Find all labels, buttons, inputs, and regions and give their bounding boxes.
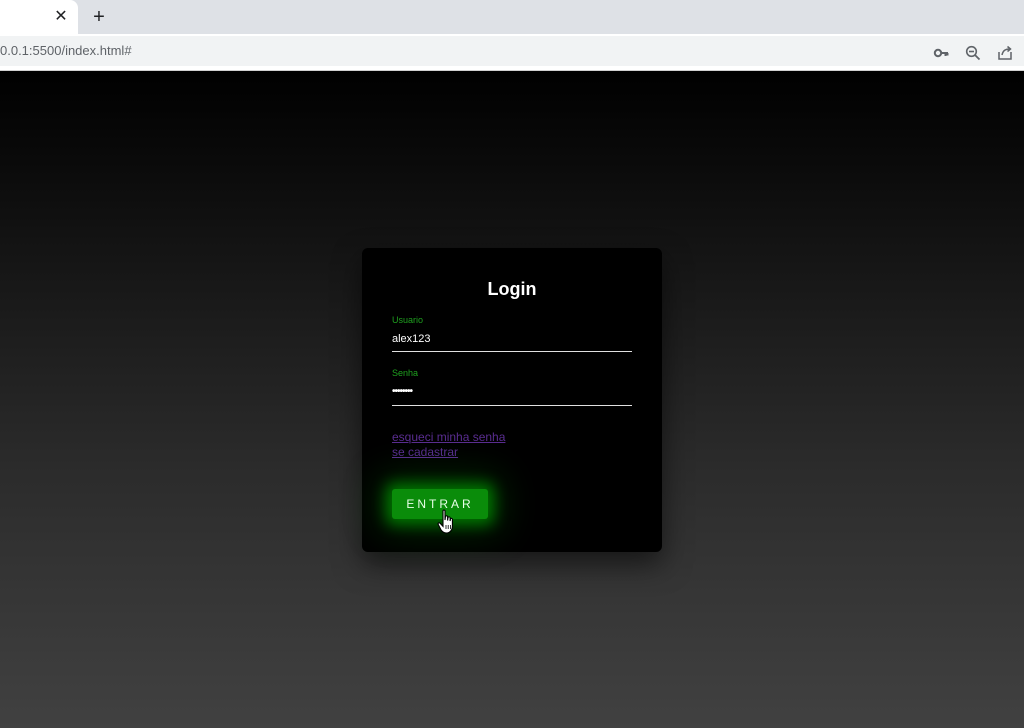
url-path: :5500/index.html#	[28, 43, 132, 58]
new-tab-button[interactable]: +	[88, 6, 110, 28]
page-content: Login Usuario alex123 Senha •••••••• esq…	[0, 71, 1024, 728]
password-label: Senha	[392, 368, 419, 378]
forgot-password-link[interactable]: esqueci minha senha	[392, 430, 505, 445]
login-title: Login	[487, 279, 537, 299]
key-icon[interactable]	[933, 45, 949, 61]
url-host: 0.0.1	[0, 43, 29, 58]
password-input[interactable]: ••••••••	[392, 380, 632, 406]
login-submit-button[interactable]: ENTRAR	[392, 489, 488, 519]
username-label: Usuario	[392, 315, 424, 325]
address-bar[interactable]: 0.0.1:5500/index.html#	[0, 36, 1024, 66]
active-tab[interactable]: ✕	[0, 0, 78, 34]
register-link[interactable]: se cadastrar	[392, 445, 505, 460]
login-card: Login Usuario alex123 Senha •••••••• esq…	[362, 248, 662, 552]
tab-strip: ✕ +	[0, 0, 1024, 34]
login-links: esqueci minha senha se cadastrar	[392, 430, 505, 460]
url-text[interactable]: 0.0.1:5500/index.html#	[0, 43, 132, 58]
browser-window: ✕ + 0.0.1:5500/index.html# Login Usuario…	[0, 0, 1024, 728]
share-icon[interactable]	[997, 45, 1013, 61]
zoom-out-icon[interactable]	[965, 45, 981, 61]
username-input[interactable]: alex123	[392, 327, 632, 352]
browser-toolbar: 0.0.1:5500/index.html#	[0, 34, 1024, 71]
tab-close-icon[interactable]: ✕	[53, 8, 69, 26]
